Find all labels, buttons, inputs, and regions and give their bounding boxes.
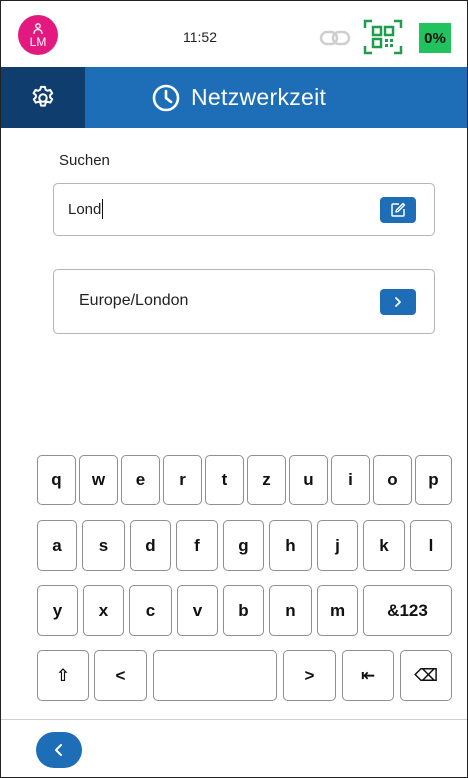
key-z[interactable]: z <box>247 455 286 505</box>
key-o[interactable]: o <box>373 455 412 505</box>
timezone-result-label: Europe/London <box>79 292 189 309</box>
key-e[interactable]: e <box>121 455 160 505</box>
key-b[interactable]: b <box>223 585 264 636</box>
key-t[interactable]: t <box>205 455 244 505</box>
user-avatar[interactable]: LM <box>18 15 58 55</box>
timezone-result-item[interactable]: Europe/London <box>53 269 435 334</box>
key-cursor-right[interactable]: > <box>283 650 336 701</box>
key-home[interactable]: ⇤ <box>342 650 394 701</box>
settings-button[interactable] <box>1 67 85 128</box>
battery-indicator: 0% <box>419 23 451 53</box>
key-v[interactable]: v <box>177 585 218 636</box>
key-d[interactable]: d <box>130 520 171 571</box>
key-space[interactable] <box>153 650 277 701</box>
search-input[interactable] <box>68 198 368 220</box>
edit-button[interactable] <box>380 197 416 223</box>
page-title-group: Netzwerkzeit <box>151 67 326 128</box>
chevron-right-icon <box>395 297 401 307</box>
key-c[interactable]: c <box>129 585 172 636</box>
qr-code-icon[interactable] <box>363 19 403 55</box>
key-q[interactable]: q <box>37 455 76 505</box>
avatar-initials: LM <box>29 34 47 49</box>
key-h[interactable]: h <box>269 520 312 571</box>
header-bar: Netzwerkzeit <box>1 67 467 128</box>
key-f[interactable]: f <box>176 520 218 571</box>
search-field[interactable] <box>53 183 435 236</box>
key-k[interactable]: k <box>363 520 405 571</box>
edit-icon <box>391 202 406 217</box>
status-bar: LM 11:52 0% <box>1 1 467 67</box>
clock-icon <box>152 84 180 111</box>
key-m[interactable]: m <box>317 585 358 636</box>
status-time: 11:52 <box>183 29 217 45</box>
key-s[interactable]: s <box>82 520 125 571</box>
page-title: Netzwerkzeit <box>191 84 327 110</box>
key-a[interactable]: a <box>37 520 77 571</box>
back-button[interactable] <box>36 732 82 768</box>
key-g[interactable]: g <box>223 520 264 571</box>
key-n[interactable]: n <box>269 585 312 636</box>
footer-divider <box>1 719 467 720</box>
key-j[interactable]: j <box>317 520 358 571</box>
select-timezone-button[interactable] <box>380 289 416 315</box>
search-label: Suchen <box>59 152 110 169</box>
key-l[interactable]: l <box>410 520 452 571</box>
key-numbers-toggle[interactable]: &123 <box>363 585 452 636</box>
key-p[interactable]: p <box>415 455 452 505</box>
user-icon <box>33 22 43 34</box>
key-x[interactable]: x <box>83 585 124 636</box>
key-i[interactable]: i <box>331 455 370 505</box>
key-u[interactable]: u <box>289 455 328 505</box>
key-shift[interactable]: ⇧ <box>37 650 89 701</box>
key-w[interactable]: w <box>79 455 118 505</box>
app-window: LM 11:52 0% Netzwerkzeit Suchen Lond Eur… <box>0 0 468 778</box>
key-cursor-left[interactable]: < <box>94 650 147 701</box>
chevron-left-icon <box>55 744 62 756</box>
key-r[interactable]: r <box>163 455 202 505</box>
gear-icon <box>32 85 54 107</box>
text-cursor <box>102 199 104 219</box>
key-y[interactable]: y <box>37 585 78 636</box>
link-icon <box>319 30 351 46</box>
key-backspace[interactable]: ⌫ <box>400 650 452 701</box>
